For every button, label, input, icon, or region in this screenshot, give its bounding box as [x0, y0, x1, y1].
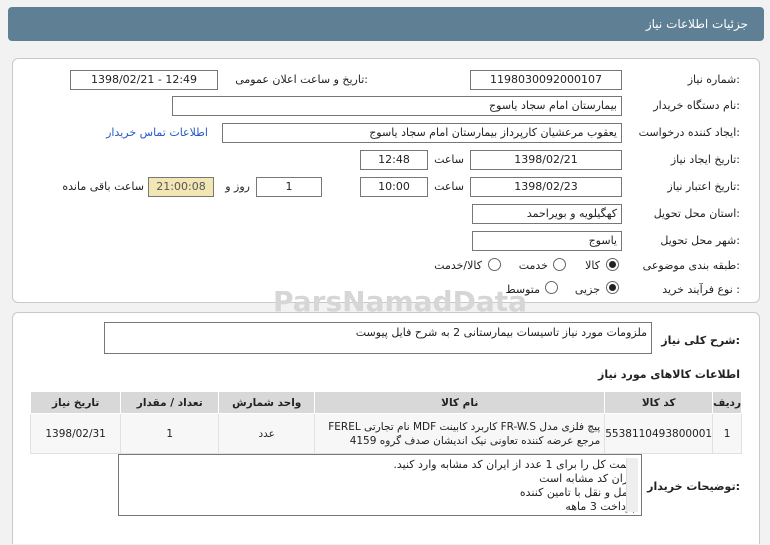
col-unit: واحد شمارش — [218, 391, 316, 414]
col-index: ردیف — [712, 391, 742, 414]
col-date: تاریخ نیاز — [29, 391, 122, 414]
process-partial-radio[interactable] — [606, 281, 619, 294]
days-field[interactable]: 1 — [256, 177, 322, 197]
validity-time-field[interactable]: 10:00 — [360, 177, 428, 197]
summary-field[interactable]: ملزومات مورد نیاز تاسیسات بیمارستانی 2 ب… — [104, 322, 652, 354]
category-label: طبقه بندی موضوعی: — [642, 259, 740, 272]
announce-field[interactable]: 1398/02/21 - 12:49 — [70, 70, 218, 90]
table-row[interactable]: 1 5538110493800001 پیچ فلزی مدل FR-W.S ک… — [29, 413, 742, 454]
category-goods-label: کالا — [585, 259, 600, 272]
validity-time-label: ساعت — [434, 180, 464, 193]
city-field[interactable]: یاسوج — [472, 231, 622, 251]
creator-field[interactable]: یعقوب مرعشیان کارپرداز بیمارستان امام سج… — [222, 123, 622, 143]
city-label: شهر محل تحویل: — [660, 234, 740, 247]
buyer-desc-field[interactable]: قیمت کل را برای 1 عدد از ایران کد مشابه … — [118, 454, 642, 516]
category-goods-radio[interactable] — [606, 258, 619, 271]
col-name: نام کالا — [314, 391, 606, 414]
category-both-label: کالا/خدمت — [434, 259, 482, 272]
category-service-radio[interactable] — [553, 258, 566, 271]
process-medium-label: متوسط — [505, 283, 540, 296]
items-title: اطلاعات کالاهای مورد نیاز — [598, 368, 740, 381]
validity-date-field[interactable]: 1398/02/23 — [470, 177, 622, 197]
validity-label: تاریخ اعتبار نیاز: — [667, 180, 740, 193]
creator-label: ایجاد کننده درخواست: — [638, 126, 740, 139]
cell-index: 1 — [712, 413, 742, 454]
category-both-radio[interactable] — [488, 258, 501, 271]
created-time-label: ساعت — [434, 153, 464, 166]
cell-qty: 1 — [120, 413, 220, 454]
buyer-desc-label: توضیحات خریدار: — [647, 480, 740, 493]
table-header-row: ردیف کد کالا نام کالا واحد شمارش تعداد /… — [29, 391, 742, 414]
buyer-desc-line1: قیمت کل را برای 1 عدد از ایران کد مشابه … — [393, 458, 635, 471]
cell-name: پیچ فلزی مدل FR-W.S کاربرد کابینت MDF نا… — [314, 413, 606, 454]
cell-code: 5538110493800001 — [604, 413, 714, 454]
need-number-field[interactable]: 1198030092000107 — [470, 70, 622, 90]
buyer-org-field[interactable]: بیمارستان امام سجاد یاسوج — [172, 96, 622, 116]
province-field[interactable]: کهگیلویه و بویراحمد — [472, 204, 622, 224]
page: جزئیات اطلاعات نیاز شماره نیاز: 11980300… — [0, 0, 770, 545]
buyer-desc-scrollbar[interactable] — [626, 458, 638, 512]
need-number-label: شماره نیاز: — [687, 73, 740, 86]
announce-label: تاریخ و ساعت اعلان عمومی: — [235, 73, 368, 86]
cell-date: 1398/02/31 — [29, 413, 122, 454]
buyer-desc-line2: ایران کد مشابه است — [539, 472, 635, 485]
buyer-desc-line4: پرداخت 3 ماهه — [565, 500, 635, 513]
cell-name-line1: پیچ فلزی مدل FR-W.S کاربرد کابینت MDF نا… — [328, 420, 601, 433]
remaining-label: ساعت باقی مانده — [62, 180, 144, 193]
category-service-label: خدمت — [518, 259, 548, 272]
page-header: جزئیات اطلاعات نیاز — [8, 7, 764, 41]
contact-buyer-link[interactable]: اطلاعات تماس خریدار — [106, 126, 208, 139]
buyer-desc-line3: حمل و نقل با تامین کننده — [519, 486, 635, 499]
buyer-org-label: نام دستگاه خریدار: — [653, 99, 740, 112]
col-qty: تعداد / مقدار — [120, 391, 220, 414]
process-partial-label: جزیی — [574, 283, 600, 296]
col-code: کد کالا — [604, 391, 714, 414]
process-medium-radio[interactable] — [545, 281, 558, 294]
cell-unit: عدد — [218, 413, 316, 454]
days-label: روز و — [225, 180, 250, 193]
created-date-field[interactable]: 1398/02/21 — [470, 150, 622, 170]
cell-name-line2: مرجع عرضه کننده تعاونی نیک اندیشان صدف گ… — [349, 434, 601, 447]
summary-label: شرح کلی نیاز: — [661, 334, 740, 347]
created-time-field[interactable]: 12:48 — [360, 150, 428, 170]
process-label: نوع فرآیند خرید : — [662, 283, 740, 296]
province-label: استان محل تحویل: — [653, 207, 740, 220]
items-table: ردیف کد کالا نام کالا واحد شمارش تعداد /… — [29, 391, 742, 454]
remaining-time-field: 21:00:08 — [148, 177, 214, 197]
created-date-label: تاریخ ایجاد نیاز: — [670, 153, 740, 166]
header-title: جزئیات اطلاعات نیاز — [645, 17, 748, 31]
